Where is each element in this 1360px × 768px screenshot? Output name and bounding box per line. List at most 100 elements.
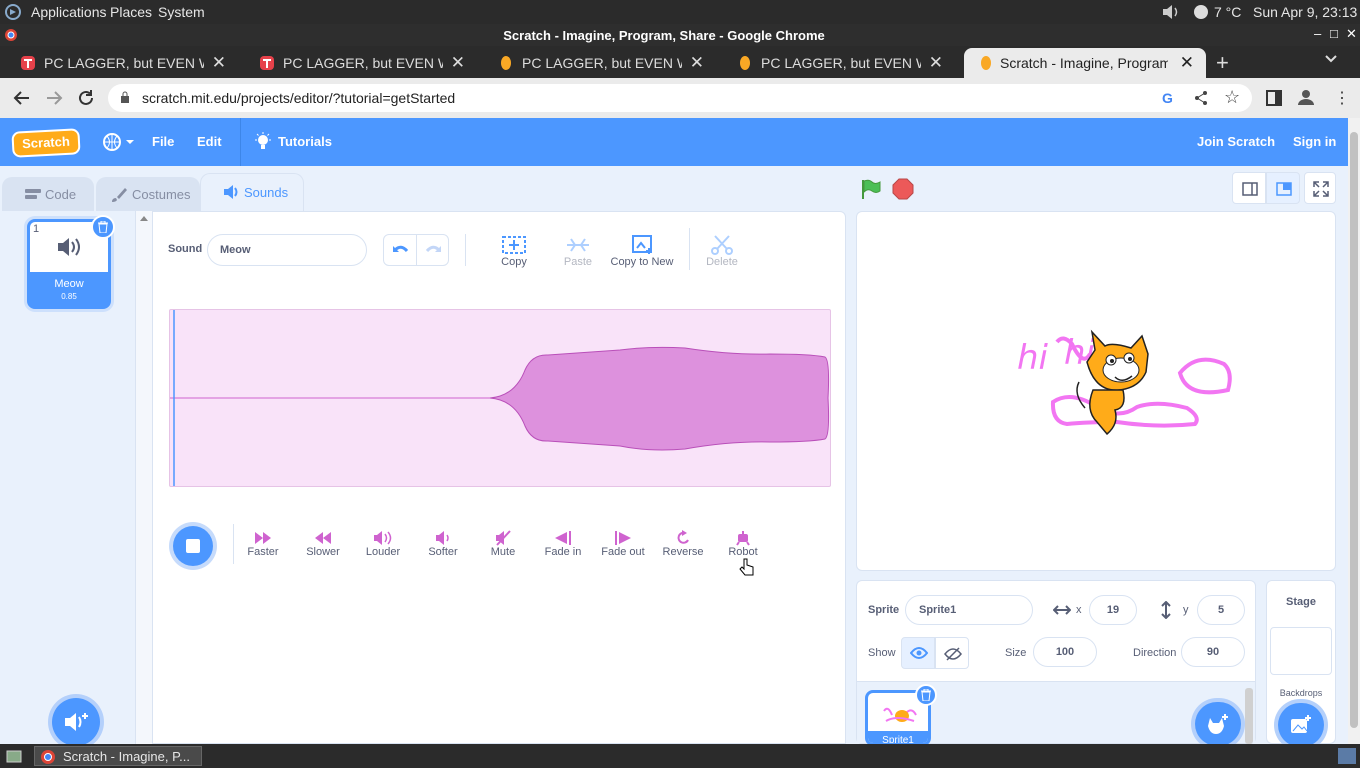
- browser-tab[interactable]: PC LAGGER, but EVEN WORSE ✕: [717, 48, 955, 78]
- x-input[interactable]: 19: [1089, 595, 1137, 625]
- tab-close-icon[interactable]: ✕: [1180, 53, 1194, 73]
- os-logo-icon[interactable]: [4, 3, 22, 21]
- scrollbar-thumb[interactable]: [1350, 132, 1358, 728]
- backdrop-add-icon: [1291, 715, 1311, 733]
- stage-thumbnail[interactable]: [1270, 627, 1332, 675]
- size-input[interactable]: 100: [1033, 637, 1097, 667]
- delete-sound-button[interactable]: [91, 215, 115, 239]
- stage-canvas[interactable]: hi hi: [856, 211, 1336, 571]
- delete-button[interactable]: Delete: [699, 234, 745, 268]
- tab-close-icon[interactable]: ✕: [212, 53, 226, 73]
- sound-name-input[interactable]: Meow: [207, 234, 367, 266]
- reload-icon[interactable]: [76, 88, 96, 108]
- show-desktop-icon[interactable]: [6, 748, 22, 764]
- browser-tab-active[interactable]: Scratch - Imagine, Program, Share ✕: [964, 48, 1206, 78]
- choose-backdrop-button[interactable]: [1278, 703, 1324, 747]
- delete-sprite-button[interactable]: [915, 684, 937, 706]
- clock[interactable]: Sun Apr 9, 23:13: [1253, 4, 1357, 20]
- effect-fade-out-button[interactable]: Fade out: [593, 530, 653, 558]
- tab-close-icon[interactable]: ✕: [929, 53, 943, 73]
- workspace-switcher-icon[interactable]: [1338, 748, 1356, 764]
- browser-tab[interactable]: PC LAGGER, but EVEN WORSE ✕: [478, 48, 716, 78]
- fullscreen-icon: [1313, 181, 1329, 197]
- tutorials-bulb-icon[interactable]: [254, 132, 272, 152]
- file-menu[interactable]: File: [152, 134, 174, 149]
- effect-louder-button[interactable]: Louder: [353, 530, 413, 558]
- effect-robot-button[interactable]: Robot: [713, 530, 773, 558]
- effect-slower-button[interactable]: Slower: [293, 530, 353, 558]
- maximize-button[interactable]: □: [1330, 26, 1338, 41]
- direction-label: Direction: [1133, 647, 1177, 659]
- sprite-name-input[interactable]: Sprite1: [905, 595, 1033, 625]
- menu-divider: [240, 118, 241, 166]
- tutorials-menu[interactable]: Tutorials: [278, 134, 332, 149]
- os-menu-system[interactable]: System: [158, 4, 205, 20]
- stage-selector[interactable]: Stage Backdrops: [1266, 580, 1336, 747]
- profile-avatar-icon[interactable]: [1297, 88, 1315, 106]
- google-lens-icon[interactable]: G: [1162, 90, 1173, 106]
- undo-button[interactable]: [384, 235, 417, 265]
- waveform-container[interactable]: [169, 309, 831, 487]
- share-icon[interactable]: [1194, 90, 1208, 106]
- url-text[interactable]: scratch.mit.edu/projects/editor/?tutoria…: [142, 90, 455, 106]
- normal-stage-button[interactable]: [1266, 172, 1300, 204]
- tab-code[interactable]: Code: [2, 177, 94, 211]
- chrome-menu-icon[interactable]: ⋮: [1334, 88, 1350, 108]
- stop-sign-icon[interactable]: [892, 178, 914, 200]
- sign-in-link[interactable]: Sign in: [1293, 134, 1336, 149]
- taskbar-window-button[interactable]: Scratch - Imagine, P...: [34, 746, 202, 766]
- sound-item-selected[interactable]: 1 Meow 0.85: [27, 215, 115, 309]
- sprite-list-scrollbar[interactable]: [1245, 688, 1253, 744]
- edit-menu[interactable]: Edit: [197, 134, 222, 149]
- effect-label: Louder: [365, 546, 401, 558]
- join-scratch-link[interactable]: Join Scratch: [1197, 134, 1275, 149]
- new-tab-button[interactable]: +: [1216, 50, 1229, 76]
- tab-close-icon[interactable]: ✕: [451, 53, 465, 73]
- effect-reverse-button[interactable]: Reverse: [653, 530, 713, 558]
- effect-faster-button[interactable]: Faster: [233, 530, 293, 558]
- tab-search-chevron-icon[interactable]: [1324, 54, 1338, 64]
- page-scrollbar[interactable]: [1348, 118, 1360, 744]
- effect-fade-in-button[interactable]: Fade in: [533, 530, 593, 558]
- speaker-icon: [57, 238, 83, 256]
- close-window-button[interactable]: ✕: [1346, 26, 1357, 42]
- scratch-logo[interactable]: Scratch: [11, 128, 81, 158]
- tab-sounds[interactable]: Sounds: [200, 173, 304, 211]
- copy-to-new-button[interactable]: Copy to New: [609, 234, 675, 268]
- tab-close-icon[interactable]: ✕: [690, 53, 704, 73]
- forward-icon[interactable]: [44, 89, 64, 107]
- divider: [689, 228, 690, 270]
- small-stage-button[interactable]: [1232, 172, 1266, 204]
- bookmark-star-icon[interactable]: ☆: [1224, 87, 1240, 108]
- lock-icon[interactable]: [120, 91, 130, 104]
- browser-tab[interactable]: PC LAGGER, but EVEN WORSE ✕: [0, 48, 238, 78]
- choose-sprite-button[interactable]: [1195, 702, 1241, 746]
- show-visible-button[interactable]: [901, 637, 935, 669]
- volume-icon[interactable]: [1160, 3, 1182, 21]
- os-menu-places[interactable]: Places: [110, 4, 152, 20]
- effect-softer-button[interactable]: Softer: [413, 530, 473, 558]
- effect-label: Robot: [728, 546, 758, 558]
- scissors-icon: [711, 235, 733, 255]
- tab-costumes[interactable]: Costumes: [96, 177, 200, 211]
- paste-button[interactable]: Paste: [553, 234, 603, 268]
- browser-tab[interactable]: PC LAGGER, but EVEN WORSE ✕: [239, 48, 477, 78]
- scratch-menu-bar: Scratch File Edit Tutorials Join Scratch…: [0, 118, 1348, 166]
- minimize-button[interactable]: –: [1314, 26, 1321, 41]
- y-input[interactable]: 5: [1197, 595, 1245, 625]
- direction-input[interactable]: 90: [1181, 637, 1245, 667]
- stop-playback-button[interactable]: [173, 526, 213, 566]
- sound-list-scrollbar[interactable]: [136, 211, 152, 744]
- copy-button[interactable]: Copy: [489, 234, 539, 268]
- back-icon[interactable]: [12, 89, 32, 107]
- redo-button[interactable]: [417, 235, 449, 265]
- address-bar[interactable]: scratch.mit.edu/projects/editor/?tutoria…: [108, 84, 1252, 112]
- language-globe-icon[interactable]: [102, 132, 136, 152]
- fullscreen-button[interactable]: [1304, 172, 1336, 204]
- show-hidden-button[interactable]: [935, 637, 969, 669]
- effect-mute-button[interactable]: Mute: [473, 530, 533, 558]
- os-menu-applications[interactable]: Applications: [31, 4, 107, 20]
- green-flag-icon[interactable]: [860, 178, 882, 200]
- side-panel-icon[interactable]: [1266, 90, 1282, 106]
- choose-sound-button[interactable]: [52, 698, 100, 746]
